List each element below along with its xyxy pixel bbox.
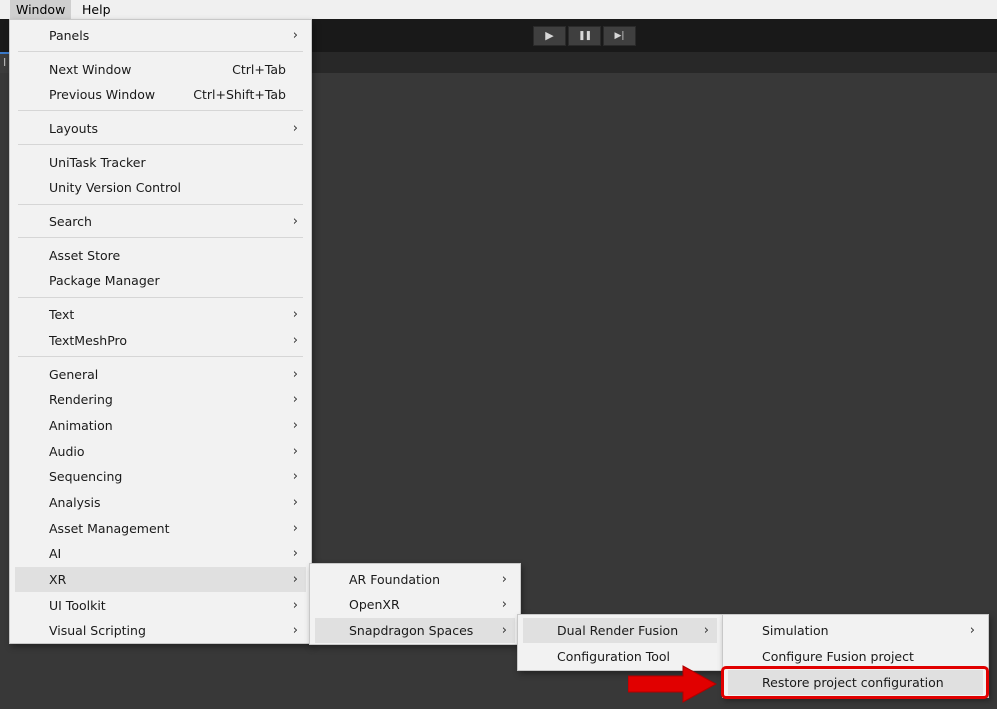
snapdragon-spaces-submenu: Dual Render Fusion › Configuration Tool (517, 614, 723, 671)
menu-item-general[interactable]: General › (15, 362, 306, 387)
chevron-right-icon: › (292, 392, 298, 407)
chevron-right-icon: › (292, 572, 298, 587)
menu-item-snapdragon-spaces[interactable]: Snapdragon Spaces › (315, 618, 515, 643)
chevron-right-icon: › (501, 623, 507, 638)
chevron-right-icon: › (292, 307, 298, 322)
menu-item-simulation[interactable]: Simulation › (728, 618, 983, 643)
shortcut-label: Ctrl+Tab (232, 62, 286, 77)
shortcut-label: Ctrl+Shift+Tab (193, 87, 286, 102)
menu-item-search[interactable]: Search › (15, 209, 306, 234)
pause-icon: ❚❚ (577, 31, 592, 41)
menu-item-asset-store[interactable]: Asset Store (15, 243, 306, 268)
menu-item-package-manager[interactable]: Package Manager (15, 268, 306, 293)
chevron-right-icon: › (292, 546, 298, 561)
chevron-right-icon: › (292, 495, 298, 510)
menu-item-unity-version-control[interactable]: Unity Version Control (15, 175, 306, 200)
menu-item-sequencing[interactable]: Sequencing › (15, 464, 306, 489)
menu-item-asset-management[interactable]: Asset Management › (15, 516, 306, 541)
chevron-right-icon: › (292, 418, 298, 433)
chevron-right-icon: › (292, 214, 298, 229)
menu-item-dual-render-fusion[interactable]: Dual Render Fusion › (523, 618, 717, 643)
step-icon: ▶| (614, 31, 625, 41)
menu-item-panels[interactable]: Panels › (15, 23, 306, 48)
menu-separator (18, 51, 303, 52)
chevron-right-icon: › (969, 623, 975, 638)
menu-item-analysis[interactable]: Analysis › (15, 490, 306, 515)
menu-separator (18, 297, 303, 298)
chevron-right-icon: › (292, 121, 298, 136)
step-button[interactable]: ▶| (603, 26, 636, 46)
menubar: Window Help (0, 0, 997, 19)
play-button[interactable]: ▶ (533, 26, 566, 46)
menu-separator (18, 237, 303, 238)
menu-item-textmeshpro[interactable]: TextMeshPro › (15, 328, 306, 353)
menu-item-next-window[interactable]: Next Window Ctrl+Tab (15, 57, 306, 82)
annotation-highlight-box (721, 666, 989, 699)
menu-item-rendering[interactable]: Rendering › (15, 387, 306, 412)
pause-button[interactable]: ❚❚ (568, 26, 601, 46)
menu-item-openxr[interactable]: OpenXR › (315, 592, 515, 617)
menu-item-audio[interactable]: Audio › (15, 439, 306, 464)
red-arrow-icon (628, 665, 718, 703)
menu-item-visual-scripting[interactable]: Visual Scripting › (15, 618, 306, 643)
menu-item-ar-foundation[interactable]: AR Foundation › (315, 567, 515, 592)
menubar-window[interactable]: Window (10, 0, 72, 19)
menubar-help[interactable]: Help (76, 0, 117, 19)
chevron-right-icon: › (292, 623, 298, 638)
chevron-right-icon: › (292, 367, 298, 382)
chevron-right-icon: › (501, 572, 507, 587)
chevron-right-icon: › (292, 333, 298, 348)
menu-item-unitask-tracker[interactable]: UniTask Tracker (15, 150, 306, 175)
xr-submenu: AR Foundation › OpenXR › Snapdragon Spaces… (309, 563, 521, 645)
chevron-right-icon: › (501, 597, 507, 612)
menu-item-text[interactable]: Text › (15, 302, 306, 327)
chevron-right-icon: › (292, 521, 298, 536)
menu-separator (18, 110, 303, 111)
menu-item-xr[interactable]: XR › (15, 567, 306, 592)
menu-item-ui-toolkit[interactable]: UI Toolkit › (15, 593, 306, 618)
window-menu: Panels › Next Window Ctrl+Tab Previous Win… (9, 19, 312, 644)
menu-item-previous-window[interactable]: Previous Window Ctrl+Shift+Tab (15, 82, 306, 107)
chevron-right-icon: › (703, 623, 709, 638)
play-icon: ▶ (545, 29, 554, 42)
menu-separator (18, 144, 303, 145)
chevron-right-icon: › (292, 28, 298, 43)
menu-separator (18, 356, 303, 357)
menu-separator (18, 204, 303, 205)
menu-item-layouts[interactable]: Layouts › (15, 116, 306, 141)
menu-item-ai[interactable]: AI › (15, 541, 306, 566)
chevron-right-icon: › (292, 444, 298, 459)
chevron-right-icon: › (292, 598, 298, 613)
chevron-right-icon: › (292, 469, 298, 484)
menu-item-animation[interactable]: Animation › (15, 413, 306, 438)
